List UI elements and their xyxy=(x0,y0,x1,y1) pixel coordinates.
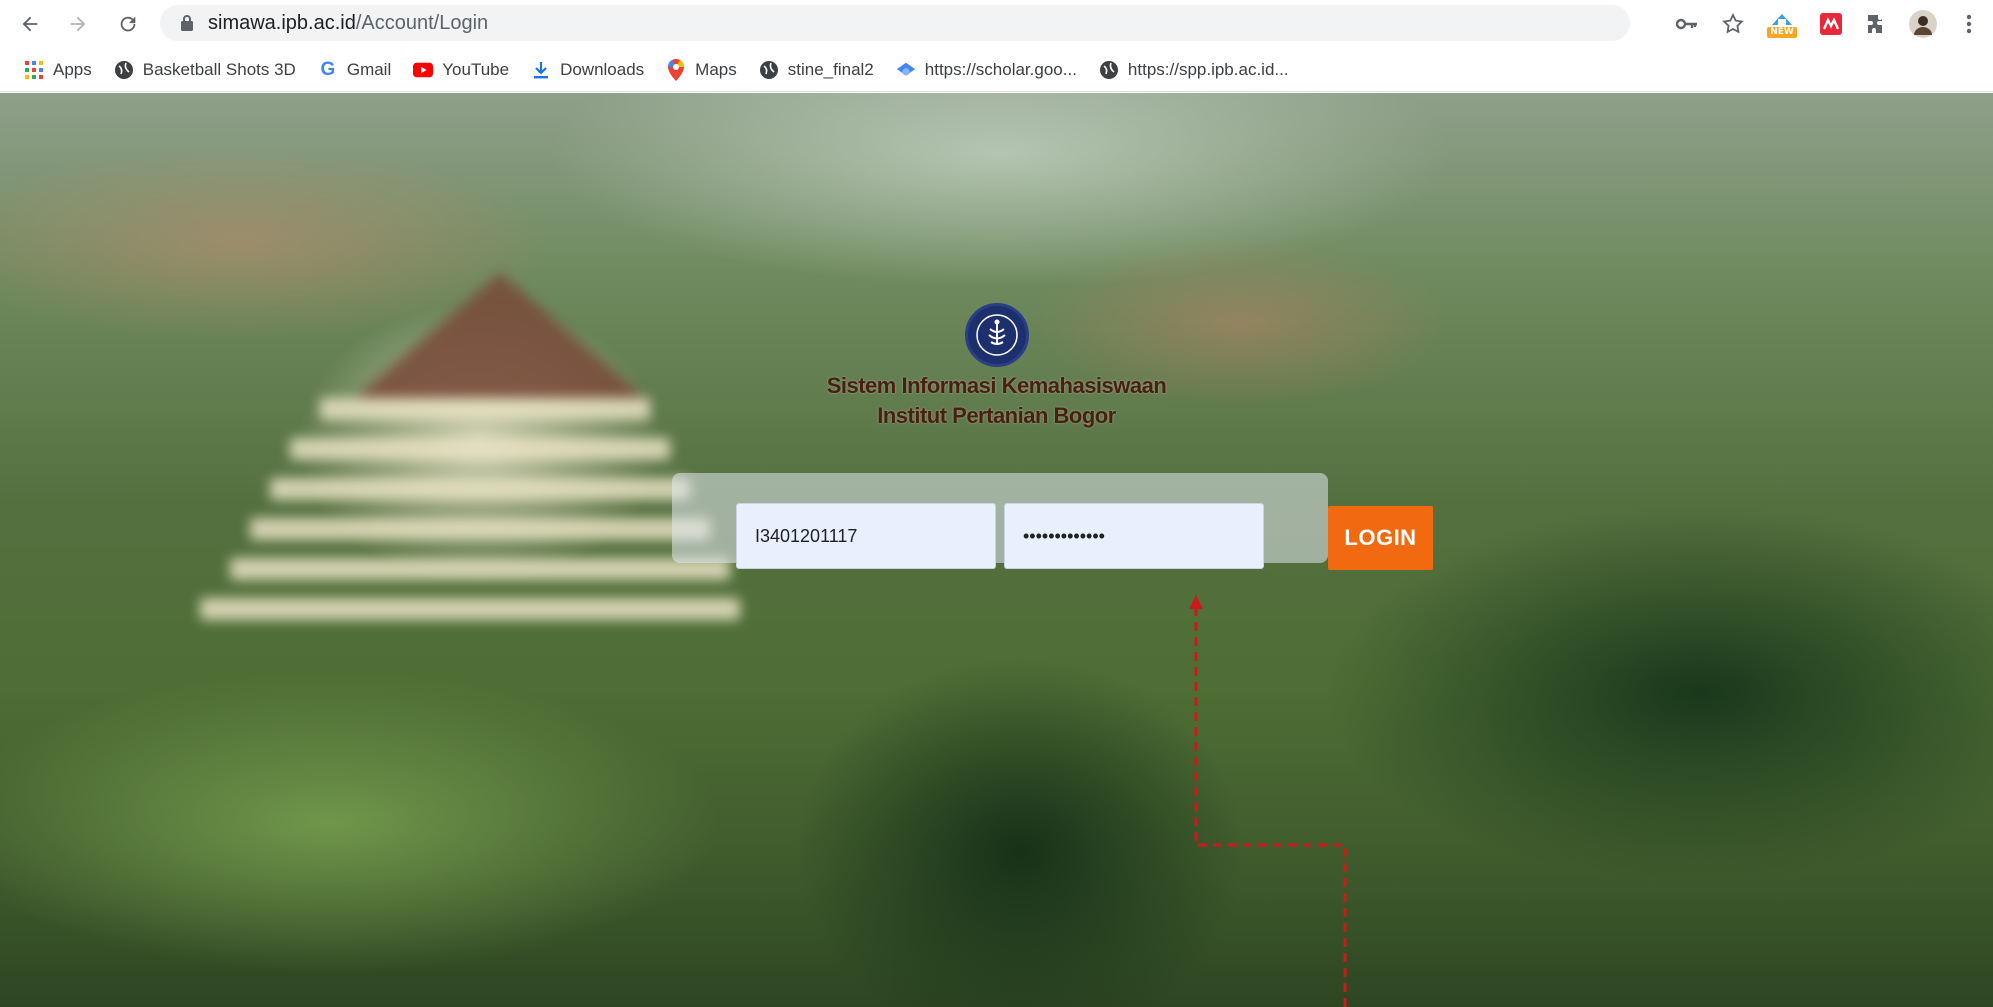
bookmark-maps[interactable]: Maps xyxy=(666,58,737,81)
bookmark-spp-ipb[interactable]: https://spp.ipb.ac.id... xyxy=(1099,60,1289,80)
reload-icon[interactable] xyxy=(112,8,144,40)
youtube-icon xyxy=(413,60,434,80)
ipb-seal-logo xyxy=(964,303,1029,367)
app-title-line2: Institut Pertanian Bogor xyxy=(877,403,1116,428)
bookmarks-bar: Apps Basketball Shots 3D G Gmail YouTube… xyxy=(0,48,1993,92)
globe-icon xyxy=(759,60,779,80)
bookmark-label: https://spp.ipb.ac.id... xyxy=(1127,59,1289,79)
annotation-arrow xyxy=(1189,595,1347,1007)
bookmark-basketball-shots[interactable]: Basketball Shots 3D xyxy=(114,60,296,80)
bookmark-stine-final2[interactable]: stine_final2 xyxy=(759,60,874,80)
scholar-icon xyxy=(896,60,916,80)
download-icon xyxy=(531,60,551,80)
google-icon: G xyxy=(320,58,336,80)
browser-toolbar: simawa.ipb.ac.id/Account/Login NEW xyxy=(0,0,1993,48)
app-title-line1: Sistem Informasi Kemahasiswaan xyxy=(826,373,1167,398)
star-icon[interactable] xyxy=(1719,10,1747,38)
lock-icon xyxy=(180,14,194,36)
back-icon[interactable] xyxy=(14,8,46,40)
bookmark-label: stine_final2 xyxy=(787,59,874,79)
extension-new-icon[interactable]: NEW xyxy=(1765,10,1799,38)
bookmark-label: YouTube xyxy=(442,59,510,79)
bookmark-youtube[interactable]: YouTube xyxy=(413,60,509,80)
puzzle-icon[interactable] xyxy=(1863,10,1891,38)
apps-grid-icon xyxy=(24,60,44,80)
bookmark-label: Downloads xyxy=(560,59,645,79)
maps-pin-icon xyxy=(666,58,686,81)
bookmark-label: Gmail xyxy=(346,59,392,79)
url-host: simawa.ipb.ac.id xyxy=(208,12,356,34)
globe-icon xyxy=(1099,60,1119,80)
bookmark-label: Maps xyxy=(695,59,737,79)
forward-icon[interactable] xyxy=(62,8,94,40)
app-header: Sistem Informasi Kemahasiswaan Institut … xyxy=(0,303,1993,431)
bookmark-label: https://scholar.goo... xyxy=(924,59,1077,79)
extension-red-icon[interactable] xyxy=(1817,10,1845,38)
login-button[interactable]: LOGIN xyxy=(1328,506,1433,570)
extension-badge: NEW xyxy=(1767,26,1797,38)
bookmark-gmail[interactable]: G Gmail xyxy=(318,58,392,80)
bookmark-apps[interactable]: Apps xyxy=(24,60,92,80)
username-input[interactable] xyxy=(736,503,996,569)
bookmark-label: Apps xyxy=(53,59,92,79)
url-path: /Account/Login xyxy=(355,12,489,34)
bookmark-downloads[interactable]: Downloads xyxy=(531,60,644,80)
bookmark-label: Basketball Shots 3D xyxy=(142,59,296,79)
profile-avatar[interactable] xyxy=(1909,10,1937,38)
login-page: Sistem Informasi Kemahasiswaan Institut … xyxy=(0,93,1993,1007)
address-bar[interactable]: simawa.ipb.ac.id/Account/Login xyxy=(160,5,1630,41)
bookmark-google-scholar[interactable]: https://scholar.goo... xyxy=(896,60,1077,80)
password-input[interactable] xyxy=(1004,503,1264,569)
key-icon[interactable] xyxy=(1673,10,1701,38)
kebab-menu-icon[interactable] xyxy=(1955,10,1983,38)
url-text: simawa.ipb.ac.id/Account/Login xyxy=(208,12,488,35)
globe-icon xyxy=(114,60,134,80)
